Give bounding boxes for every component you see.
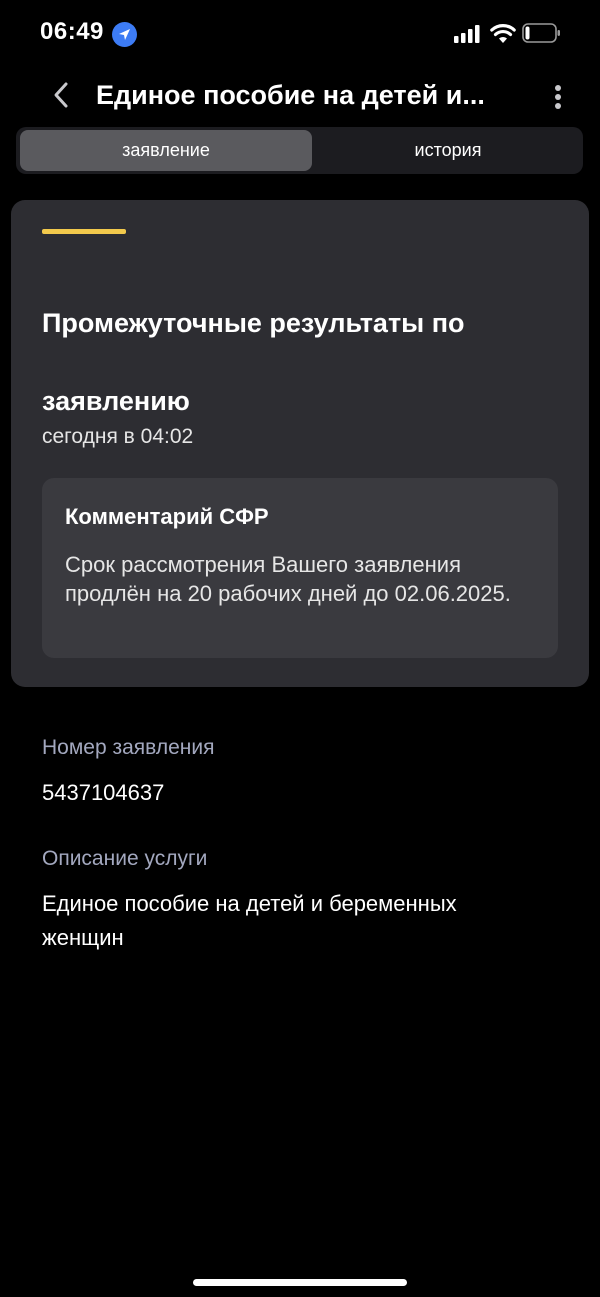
application-number-label: Номер заявления (42, 736, 215, 759)
back-button[interactable] (44, 78, 78, 112)
cellular-signal-icon (454, 25, 480, 43)
vertical-ellipsis-icon (555, 85, 561, 109)
comment-text: Срок рассмотрения Вашего заявления продл… (65, 552, 511, 606)
interim-results-card: Промежуточные результаты по заявлению се… (11, 200, 589, 687)
service-description: Единое пособие на детей и беременных жен… (42, 891, 457, 950)
app-header: Единое пособие на детей и... (0, 70, 600, 124)
accent-bar (42, 229, 126, 234)
wifi-icon (490, 24, 516, 43)
battery-icon (522, 23, 560, 43)
tab-application[interactable]: заявление (20, 130, 312, 171)
tab-switcher: заявление история (16, 127, 583, 174)
page-title: Единое пособие на детей и... (96, 80, 485, 110)
card-date: сегодня в 04:02 (42, 425, 194, 448)
application-number: 5437104637 (42, 780, 165, 805)
card-title: Промежуточные результаты по заявлению (42, 308, 465, 416)
location-arrow-icon (112, 22, 137, 47)
chevron-left-icon (54, 82, 68, 108)
more-options-button[interactable] (545, 80, 571, 114)
status-bar: 06:49 (0, 0, 600, 70)
tab-history[interactable]: история (316, 130, 580, 171)
comment-box: Комментарий СФР Срок рассмотрения Вашего… (42, 478, 558, 658)
home-indicator[interactable] (193, 1279, 407, 1286)
service-description-label: Описание услуги (42, 847, 208, 870)
comment-title: Комментарий СФР (65, 504, 269, 529)
status-time: 06:49 (40, 18, 104, 45)
